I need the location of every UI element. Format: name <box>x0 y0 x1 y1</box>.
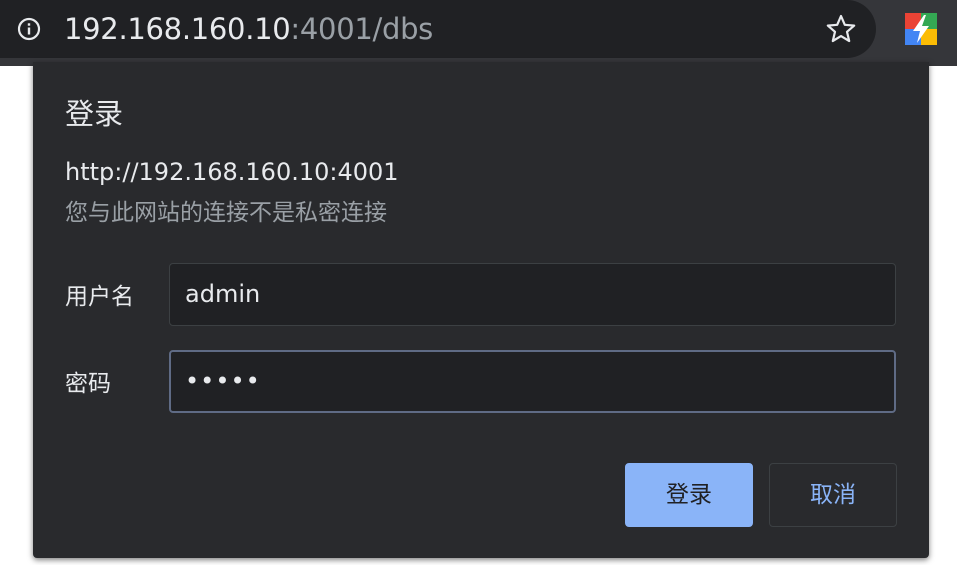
login-button[interactable]: 登录 <box>625 463 753 527</box>
browser-toolbar: 192.168.160.10:4001/dbs <box>0 0 957 66</box>
http-auth-dialog: 登录 http://192.168.160.10:4001 您与此网站的连接不是… <box>33 62 929 558</box>
password-label: 密码 <box>65 371 111 397</box>
url-path: :4001/dbs <box>290 12 433 46</box>
lightning-extension-icon[interactable] <box>904 12 938 46</box>
url-host: 192.168.160.10 <box>64 12 291 46</box>
info-icon[interactable] <box>17 17 41 41</box>
password-input[interactable]: ••••• <box>169 350 896 413</box>
url-text[interactable]: 192.168.160.10:4001/dbs <box>64 11 433 47</box>
address-bar[interactable]: 192.168.160.10:4001/dbs <box>0 0 876 58</box>
insecure-connection-warning: 您与此网站的连接不是私密连接 <box>65 200 387 226</box>
username-input[interactable]: admin <box>169 263 896 326</box>
site-origin: http://192.168.160.10:4001 <box>65 158 399 186</box>
star-icon[interactable] <box>825 13 857 45</box>
cancel-button[interactable]: 取消 <box>769 463 897 527</box>
username-label: 用户名 <box>65 284 134 310</box>
dialog-title: 登录 <box>65 97 124 131</box>
